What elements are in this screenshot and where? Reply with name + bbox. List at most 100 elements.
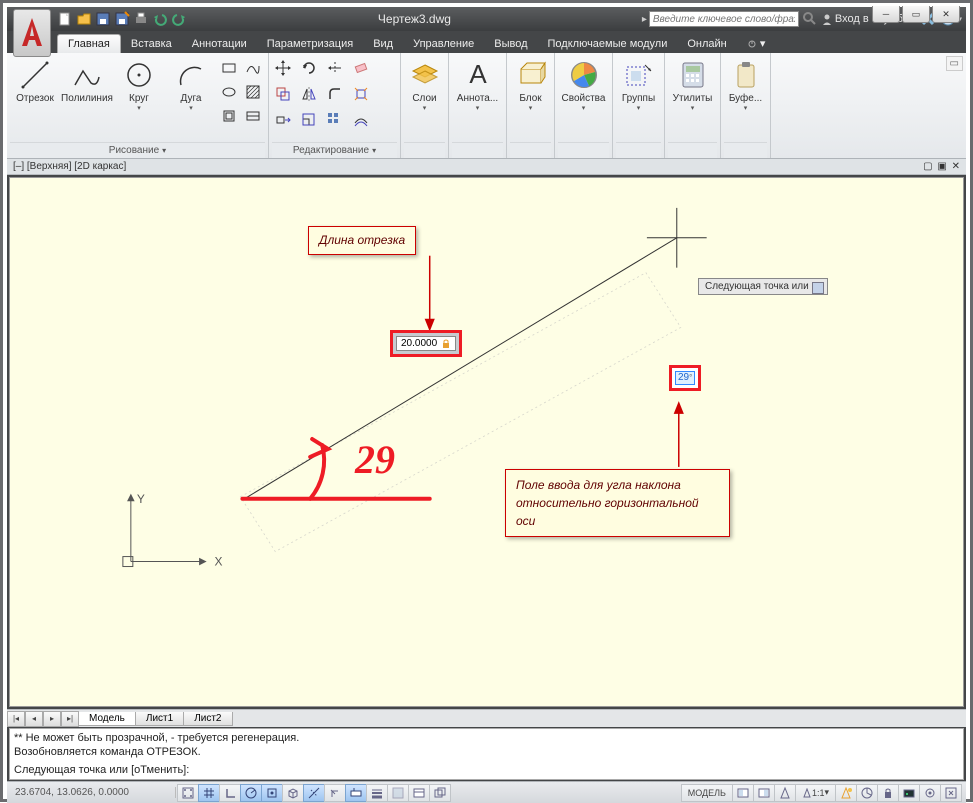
new-icon[interactable] [57,11,73,27]
erase-icon[interactable] [350,57,372,79]
sheet-last-icon[interactable]: ▸| [61,711,79,727]
quick-view-layouts-icon[interactable] [732,784,754,802]
quickprops-icon[interactable] [408,784,430,802]
polygon-icon[interactable] [218,105,240,127]
tab-model[interactable]: Модель [78,712,136,726]
ribbon-minimize-icon[interactable]: ▭ [946,56,963,71]
viewport-max-icon[interactable]: ▣ [937,161,946,172]
tab-plugins[interactable]: Подключаемые модули [538,35,678,53]
open-icon[interactable] [76,11,92,27]
properties-tool[interactable]: Свойства▾ [558,57,609,112]
line-tool[interactable]: Отрезок [10,57,60,104]
quick-access-toolbar [57,11,187,27]
redo-icon[interactable] [171,11,187,27]
stretch-icon[interactable] [272,109,294,131]
block-tool[interactable]: Блок▾ [511,57,551,112]
otrack-icon[interactable] [303,784,325,802]
tab-view[interactable]: Вид [363,35,403,53]
dyn-input-icon[interactable] [345,784,367,802]
viewport-close-icon[interactable]: ✕ [952,161,960,172]
model-space-button[interactable]: МОДЕЛЬ [681,784,733,802]
hatch-icon[interactable] [242,81,264,103]
command-prompt: Следующая точка или [оТменить]: [14,763,959,777]
angle-input-box[interactable]: 29° [669,365,701,391]
annotation-tool[interactable]: A Аннота...▾ [453,57,503,112]
snap-mode-icon[interactable] [177,784,199,802]
save-icon[interactable] [95,11,111,27]
dynamic-prompt: Следующая точка или [698,278,828,295]
coordinates[interactable]: 23.6704, 13.0626, 0.0000 [11,787,176,798]
length-input-box[interactable]: 20.0000 [390,330,462,357]
transparency-icon[interactable] [387,784,409,802]
viewport-min-icon[interactable]: ▢ [923,161,932,172]
maximize-button[interactable]: ▭ [902,6,930,23]
tab-home[interactable]: Главная [57,34,121,53]
fillet-icon[interactable] [324,83,346,105]
axis-y-label: Y [137,492,145,506]
annotation-scale[interactable]: 1:1 ▾ [795,784,836,802]
rectangle-icon[interactable] [218,57,240,79]
clean-screen-icon[interactable] [940,784,962,802]
copy-icon[interactable] [272,83,294,105]
osnap3d-icon[interactable] [282,784,304,802]
sheet-prev-icon[interactable]: ◂ [25,711,43,727]
polyline-tool[interactable]: Полилиния [62,57,112,104]
tab-insert[interactable]: Вставка [121,35,182,53]
app-menu-button[interactable] [13,9,51,57]
polar-icon[interactable] [240,784,262,802]
close-button[interactable]: ✕ [932,6,960,23]
selection-cycle-icon[interactable] [429,784,451,802]
toolbar-lock-icon[interactable] [877,784,899,802]
trim-icon[interactable] [324,57,346,79]
search-input[interactable] [649,11,799,27]
array-icon[interactable] [324,109,346,131]
point-icon[interactable] [242,105,264,127]
annovis-icon[interactable] [835,784,857,802]
tab-parametric[interactable]: Параметризация [257,35,363,53]
move-icon[interactable] [272,57,294,79]
search-arrow-icon[interactable]: ▸ [642,14,647,25]
isolate-icon[interactable] [919,784,941,802]
search-icon[interactable] [801,10,817,29]
undo-icon[interactable] [152,11,168,27]
minimize-button[interactable]: ─ [872,6,900,23]
clipboard-tool[interactable]: Буфе...▾ [724,57,767,112]
groups-tool[interactable]: Группы▾ [616,57,661,112]
saveas-icon[interactable] [114,11,130,27]
annoscale-icon[interactable] [774,784,796,802]
osnap-icon[interactable] [261,784,283,802]
spline-icon[interactable] [242,57,264,79]
ortho-icon[interactable] [219,784,241,802]
offset-icon[interactable] [350,109,372,131]
print-icon[interactable] [133,11,149,27]
sheet-next-icon[interactable]: ▸ [43,711,61,727]
mirror-icon[interactable] [298,83,320,105]
tab-sheet2[interactable]: Лист2 [183,712,232,726]
sheet-first-icon[interactable]: |◂ [7,711,25,727]
draw-panel-title[interactable]: Рисование▾ [10,142,265,158]
tab-output[interactable]: Вывод [484,35,537,53]
tab-express[interactable]: ▾ [737,34,776,53]
ducs-icon[interactable] [324,784,346,802]
ellipse-icon[interactable] [218,81,240,103]
tab-sheet1[interactable]: Лист1 [135,712,184,726]
tab-online[interactable]: Онлайн [677,35,736,53]
tab-annotate[interactable]: Аннотации [182,35,257,53]
grid-icon[interactable] [198,784,220,802]
layers-tool[interactable]: Слои▾ [405,57,445,112]
lineweight-icon[interactable] [366,784,388,802]
explode-icon[interactable] [350,83,372,105]
arc-tool[interactable]: Дуга ▾ [166,57,216,112]
circle-tool[interactable]: Круг ▾ [114,57,164,112]
edit-panel-title[interactable]: Редактирование▾ [272,142,397,158]
scale-icon[interactable] [298,109,320,131]
hardware-accel-icon[interactable] [898,784,920,802]
drawing-canvas[interactable]: X Y Длина отрезка 20 [9,177,964,707]
quick-view-drawings-icon[interactable] [753,784,775,802]
rotate-icon[interactable] [298,57,320,79]
tab-manage[interactable]: Управление [403,35,484,53]
viewport-label[interactable]: [–] [Верхняя] [2D каркас] [13,161,126,172]
workspace-switch-icon[interactable] [856,784,878,802]
command-line[interactable]: ** Не может быть прозрачной, - требуется… [9,728,964,780]
utilities-tool[interactable]: Утилиты▾ [668,57,717,112]
